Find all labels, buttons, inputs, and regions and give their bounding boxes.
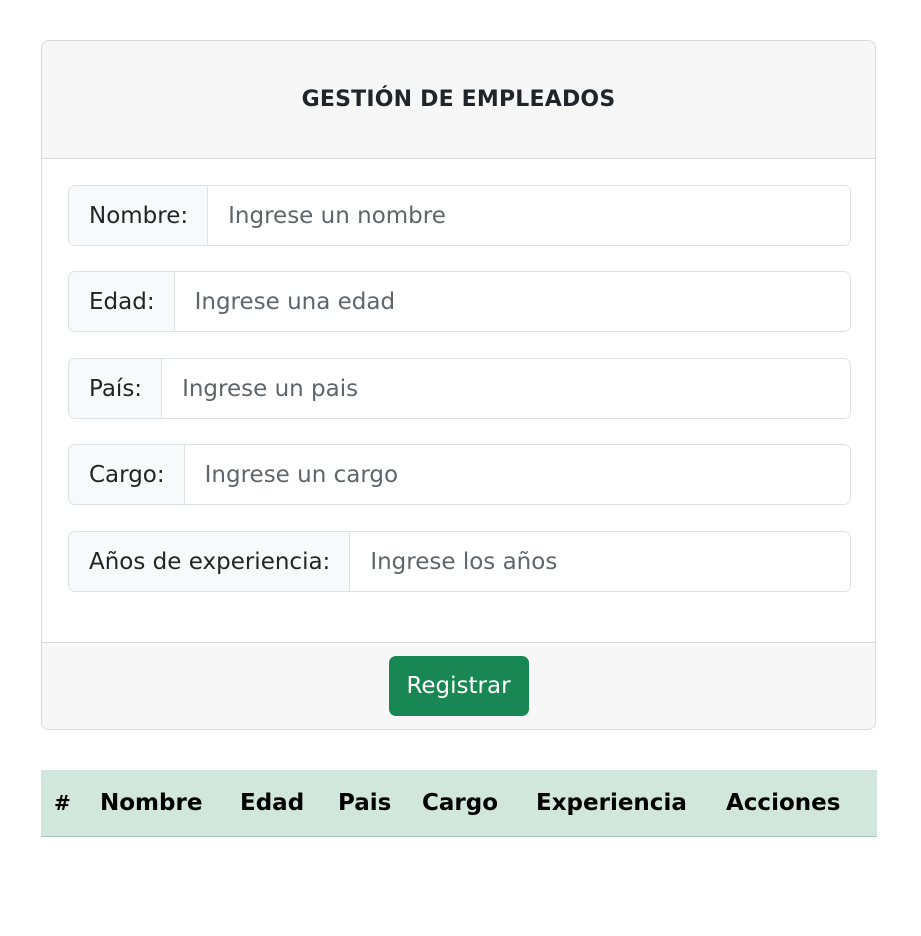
country-input-group: País: [68,358,851,419]
name-input-group: Nombre: [68,185,851,246]
position-input-group: Cargo: [68,444,851,505]
experience-label: Años de experiencia: [69,532,351,591]
column-header-name: Nombre [100,789,203,816]
form-body: Nombre: Edad: País: Cargo: Años de exper… [42,159,875,644]
card-footer: Registrar [42,642,875,729]
position-label: Cargo: [69,445,185,504]
position-input[interactable] [184,445,850,504]
column-header-actions: Acciones [726,789,841,816]
table-header: # Nombre Edad Pais Cargo Experiencia Acc… [41,770,877,836]
experience-input[interactable] [350,532,850,591]
employees-table: # Nombre Edad Pais Cargo Experiencia Acc… [41,770,877,837]
employee-form-card: GESTIÓN DE EMPLEADOS Nombre: Edad: País:… [41,40,876,730]
country-input[interactable] [162,359,850,418]
column-header-number: # [54,790,71,815]
card-header: GESTIÓN DE EMPLEADOS [42,41,875,159]
column-header-experience: Experiencia [536,789,687,816]
employees-table-container: # Nombre Edad Pais Cargo Experiencia Acc… [41,770,877,837]
age-label: Edad: [69,272,175,331]
register-button[interactable]: Registrar [388,656,529,716]
experience-input-group: Años de experiencia: [68,531,851,592]
age-input[interactable] [174,272,850,331]
name-label: Nombre: [69,186,209,245]
table-header-row: # Nombre Edad Pais Cargo Experiencia Acc… [41,770,877,836]
form-title: GESTIÓN DE EMPLEADOS [301,87,616,112]
column-header-age: Edad [240,789,305,816]
column-header-country: Pais [338,789,392,816]
name-input[interactable] [208,186,850,245]
column-header-position: Cargo [422,789,499,816]
country-label: País: [69,359,163,418]
age-input-group: Edad: [68,271,851,332]
